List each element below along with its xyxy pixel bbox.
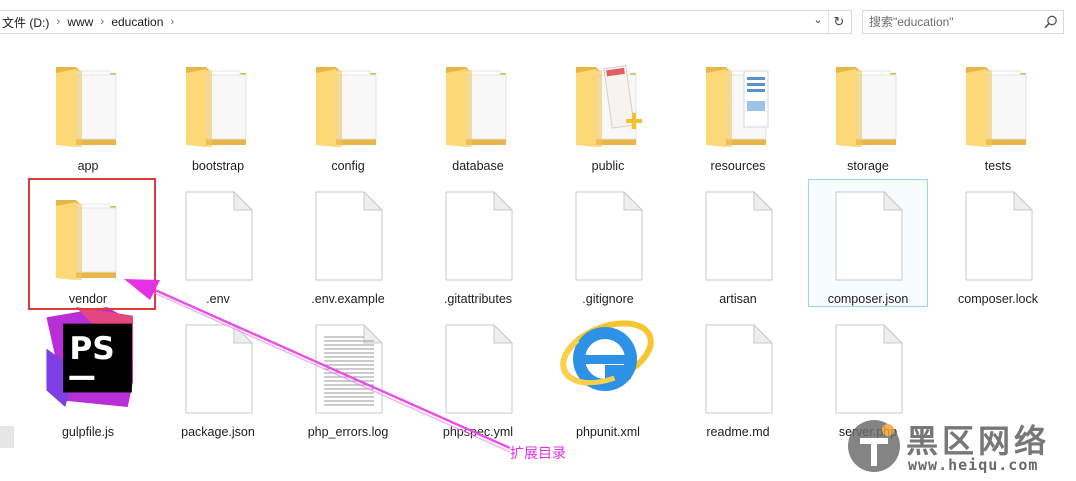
file-item-app[interactable]: app bbox=[28, 46, 148, 174]
file-item-label: bootstrap bbox=[191, 159, 245, 173]
folder-icon bbox=[706, 67, 769, 147]
file-item-label: config bbox=[331, 159, 365, 173]
file-item-server-php[interactable]: server.php bbox=[808, 312, 928, 440]
search-box[interactable] bbox=[862, 10, 1064, 34]
file-item-label: .env.example bbox=[311, 292, 385, 306]
file-icon bbox=[185, 323, 254, 414]
file-item-dot-gitattributes[interactable]: .gitattributes bbox=[418, 179, 538, 307]
file-item-phpunit-xml[interactable]: phpunit.xml bbox=[548, 312, 668, 440]
breadcrumb-drive[interactable]: 文件 (D:) bbox=[0, 14, 51, 31]
breadcrumb: 文件 (D:) › www › education › bbox=[0, 11, 179, 33]
chevron-right-icon[interactable]: › bbox=[95, 16, 109, 28]
refresh-button[interactable]: ↻ bbox=[828, 11, 849, 33]
file-item-artisan[interactable]: artisan bbox=[678, 179, 798, 307]
file-grid: app bootstrap config database public resource… bbox=[28, 46, 1068, 445]
file-icon bbox=[835, 190, 904, 281]
phpstorm-icon-text: PS bbox=[69, 331, 114, 367]
file-item-composer-lock[interactable]: composer.lock bbox=[938, 179, 1058, 307]
breadcrumb-www[interactable]: www bbox=[65, 15, 95, 29]
file-icon bbox=[315, 323, 384, 414]
file-item-label: .gitignore bbox=[582, 292, 634, 306]
annotation-label: 扩展目录 bbox=[510, 446, 566, 462]
folder-icon bbox=[576, 65, 642, 147]
file-item-package-json[interactable]: package.json bbox=[158, 312, 278, 440]
file-item-label: .env bbox=[206, 292, 230, 306]
navigation-bar: 文件 (D:) › www › education › ⌄ ↻ bbox=[0, 8, 1076, 36]
file-item-label: storage bbox=[847, 159, 889, 173]
file-icon bbox=[705, 190, 774, 281]
file-item-resources[interactable]: resources bbox=[678, 46, 798, 174]
file-item-dot-env-example[interactable]: .env.example bbox=[288, 179, 408, 307]
refresh-icon: ↻ bbox=[833, 14, 845, 29]
file-item-vendor[interactable]: vendor bbox=[28, 179, 148, 307]
file-item-public[interactable]: public bbox=[548, 46, 668, 174]
file-item-php-errors-log[interactable]: php_errors.log bbox=[288, 312, 408, 440]
file-item-label: phpspec.yml bbox=[442, 425, 514, 439]
chevron-right-icon[interactable]: › bbox=[51, 16, 65, 28]
file-item-label: readme.md bbox=[706, 425, 770, 439]
file-item-label: package.json bbox=[181, 425, 255, 439]
folder-icon bbox=[56, 200, 117, 280]
file-icon bbox=[445, 190, 514, 281]
file-item-label: composer.json bbox=[827, 292, 909, 306]
file-item-tests[interactable]: tests bbox=[938, 46, 1058, 174]
file-item-label: phpunit.xml bbox=[576, 425, 640, 439]
file-item-bootstrap[interactable]: bootstrap bbox=[158, 46, 278, 174]
file-item-label: resources bbox=[710, 159, 766, 173]
file-item-dot-gitignore[interactable]: .gitignore bbox=[548, 179, 668, 307]
navigation-pane bbox=[0, 40, 16, 481]
file-icon bbox=[185, 190, 254, 281]
internet-explorer-icon bbox=[560, 320, 654, 391]
breadcrumb-education[interactable]: education bbox=[109, 15, 165, 29]
file-item-storage[interactable]: storage bbox=[808, 46, 928, 174]
search-icon[interactable] bbox=[1043, 14, 1059, 30]
file-item-label: php_errors.log bbox=[307, 425, 389, 439]
file-item-label: gulpfile.js bbox=[61, 425, 115, 439]
folder-icon bbox=[186, 67, 247, 147]
phpstorm-icon: PS bbox=[46, 307, 133, 407]
address-bar[interactable]: 文件 (D:) › www › education › ⌄ ↻ bbox=[0, 10, 852, 34]
file-item-composer-json[interactable]: composer.json bbox=[808, 179, 928, 307]
file-item-gulpfile-js[interactable]: PS gulpfile.js bbox=[28, 307, 148, 440]
file-item-label: database bbox=[452, 159, 504, 173]
file-item-label: server.php bbox=[838, 425, 898, 439]
folder-icon bbox=[446, 67, 507, 147]
navigation-pane-scrollbar[interactable] bbox=[0, 426, 14, 448]
chevron-down-icon: ⌄ bbox=[813, 13, 823, 26]
file-item-label: artisan bbox=[719, 292, 757, 306]
file-icon bbox=[965, 190, 1034, 281]
file-item-phpspec-yml[interactable]: phpspec.yml bbox=[418, 312, 538, 440]
file-icon bbox=[835, 323, 904, 414]
folder-icon bbox=[966, 67, 1027, 147]
file-item-label: public bbox=[591, 159, 625, 173]
search-input[interactable] bbox=[869, 13, 1039, 31]
file-item-label: app bbox=[77, 159, 99, 173]
file-icon bbox=[575, 190, 644, 281]
file-icon bbox=[445, 323, 514, 414]
watermark-url: www.heiqu.com bbox=[908, 456, 1039, 474]
file-item-readme-md[interactable]: readme.md bbox=[678, 312, 798, 440]
file-item-label: composer.lock bbox=[958, 292, 1038, 306]
folder-icon bbox=[316, 67, 377, 147]
file-icon bbox=[315, 190, 384, 281]
chevron-right-icon[interactable]: › bbox=[165, 16, 179, 28]
file-item-dot-env[interactable]: .env bbox=[158, 179, 278, 307]
file-item-label: tests bbox=[984, 159, 1012, 173]
file-icon bbox=[705, 323, 774, 414]
file-item-database[interactable]: database bbox=[418, 46, 538, 174]
file-item-config[interactable]: config bbox=[288, 46, 408, 174]
file-item-label: .gitattributes bbox=[443, 292, 513, 306]
folder-icon bbox=[836, 67, 897, 147]
file-item-label: vendor bbox=[68, 292, 108, 306]
folder-icon bbox=[56, 67, 117, 147]
address-history-dropdown[interactable]: ⌄ bbox=[808, 11, 828, 33]
